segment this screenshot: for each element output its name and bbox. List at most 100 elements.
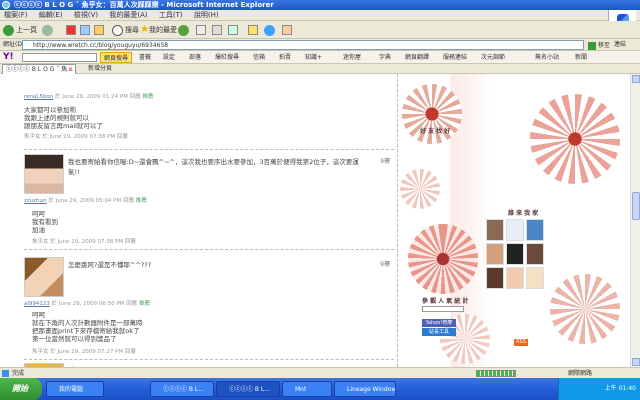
visitor-avatar[interactable] [486, 243, 504, 265]
research-button[interactable] [282, 24, 292, 36]
address-input[interactable]: http://www.wretch.cc/blog/youguyu/693465… [22, 40, 584, 50]
messenger-button[interactable] [264, 24, 277, 36]
loading-progress-bar [476, 370, 516, 377]
edit-button[interactable] [228, 24, 238, 36]
reply-footer: 魚乎女 於 June 29, 2009 07:27 PM 回覆 [32, 349, 136, 355]
yahoo-trending-button[interactable]: 爆紅搜尋 [212, 52, 242, 63]
yahoo-dictionary-button[interactable]: 字典 [376, 52, 394, 63]
visitor-avatar[interactable] [526, 243, 544, 265]
edit-icon [228, 25, 238, 35]
visitor-avatar[interactable] [526, 267, 544, 289]
visitor-avatar[interactable] [506, 243, 524, 265]
menu-edit[interactable]: 編輯(E) [39, 11, 63, 19]
favorites-button[interactable]: ★我的最愛 [140, 24, 177, 36]
recommend-link[interactable]: 推薦 [142, 94, 153, 100]
webmaster-tools-badge[interactable]: 站長工具 [422, 328, 456, 336]
scroll-down-button[interactable] [632, 358, 640, 366]
visitor-counter [422, 306, 464, 312]
star-icon: ★ [140, 24, 149, 35]
yahoo-bookmarks-button[interactable]: 書籤 [136, 52, 154, 63]
flower-decoration [402, 84, 462, 144]
yahoo-auction-button[interactable]: 拍賣 [276, 52, 294, 63]
commenter-name[interactable]: zzuzhun [24, 198, 47, 204]
forward-arrow-icon [42, 24, 53, 36]
tab-current[interactable]: ⓒⓒⓒⓒ B L O G ˇ 魚... × [2, 64, 76, 74]
yahoo-blog-button[interactable]: 部落 [186, 52, 204, 63]
visitor-thumbnails [486, 219, 546, 291]
stop-button[interactable] [66, 24, 76, 36]
back-button[interactable]: 上一頁 [3, 24, 37, 36]
start-button[interactable]: 開始 [0, 378, 42, 400]
vertical-scrollbar[interactable] [630, 74, 640, 367]
yahoo-wretch-button[interactable]: 無名小站 [532, 52, 562, 63]
search-button[interactable]: 搜尋 [112, 24, 139, 36]
yahoo-web-search-button[interactable]: 網頁搜尋 [100, 52, 133, 63]
refresh-icon [80, 25, 90, 35]
visitor-avatar[interactable] [506, 267, 524, 289]
scroll-thumb[interactable] [632, 192, 640, 220]
commenter-avatar[interactable] [24, 154, 64, 194]
menu-tools[interactable]: 工具(T) [159, 11, 183, 19]
yahoo-logo[interactable]: Y! [3, 51, 14, 64]
commenter-name[interactable]: al994123 [24, 301, 50, 307]
window-title: ⓒⓒⓒⓒ B L O G ˇ 魚乎女：百萬人次踩踩樂 - Microsoft I… [14, 1, 274, 9]
messenger-icon [264, 24, 275, 36]
commenter-name[interactable]: renaL5bon [24, 94, 53, 100]
yahoo-mail-button[interactable]: 信箱 [250, 52, 268, 63]
menu-favorites[interactable]: 我的最愛(A) [109, 11, 147, 19]
recommend-link[interactable]: 推薦 [139, 301, 150, 307]
home-button[interactable] [94, 24, 104, 36]
yahoo-search-input[interactable] [22, 53, 97, 62]
new-tab-button[interactable]: 新增分頁 [88, 64, 112, 74]
yahoo-answers-button[interactable]: 知識+ [302, 52, 325, 63]
flower-decoration [530, 94, 620, 184]
standard-toolbar: 上一頁 搜尋 ★我的最愛 [0, 21, 640, 39]
yahoo-news-button[interactable]: 新聞 [572, 52, 590, 63]
menu-bar: 檔案(F) 編輯(E) 檢視(V) 我的最愛(A) 工具(T) 說明(H) [0, 10, 640, 30]
rss-badge[interactable]: RSS [514, 339, 528, 346]
print-icon [212, 25, 222, 35]
page-done-icon [2, 370, 9, 377]
yahoo-minihouse-button[interactable]: 迷你屋 [340, 52, 364, 63]
yahoo-badge[interactable]: Yahoo!奇摩 [422, 319, 456, 327]
commenter-avatar[interactable] [24, 257, 64, 297]
mail-button[interactable] [196, 24, 206, 36]
search-icon [112, 24, 123, 36]
links-button[interactable]: 連結 [614, 39, 626, 51]
home-icon [94, 25, 104, 35]
yahoo-service-links-button[interactable]: 服務連結 [440, 52, 470, 63]
yahoo-dimension-button[interactable]: 次元調節 [478, 52, 508, 63]
reply-body: 大家都可以參加喲 我跟上述的規則就可以 跟朋友留言再mail就可以了 [24, 106, 103, 130]
reply-body: 呵呵 我有看到 加油 [32, 210, 58, 234]
taskbar-item[interactable]: ⓒⓒⓒⓒ B L... [150, 381, 214, 397]
yahoo-translate-button[interactable]: 網頁翻譯 [402, 52, 432, 63]
taskbar-item[interactable]: Lineage Windows Client [334, 381, 396, 397]
reply-footer: 魚乎女 於 June 29, 2009 07:38 PM 回覆 [32, 239, 136, 245]
refresh-button[interactable] [80, 24, 90, 36]
note-button[interactable] [248, 24, 258, 36]
menu-view[interactable]: 檢視(V) [74, 11, 98, 19]
yahoo-settings-button[interactable]: 設定 [160, 52, 178, 63]
visitor-avatar[interactable] [526, 219, 544, 241]
taskbar-item[interactable]: 我的電腦 [46, 381, 104, 397]
print-button[interactable] [212, 24, 222, 36]
history-button[interactable] [178, 24, 191, 36]
comment-item: renaL5bon 於 June 29, 2009 01:24 PM 回應 推薦… [24, 92, 394, 140]
visitor-avatar[interactable] [486, 267, 504, 289]
yahoo-toolbar: Y! 網頁搜尋 書籤 設定 部落 爆紅搜尋 信箱 拍賣 知識+ 迷你屋 字典 網… [0, 51, 640, 64]
visitor-avatar[interactable] [486, 219, 504, 241]
scroll-up-button[interactable] [632, 75, 640, 83]
taskbar-item-active[interactable]: ⓒⓒⓒⓒ B L... [216, 381, 280, 397]
visitor-avatar[interactable] [506, 219, 524, 241]
recommend-link[interactable]: 推薦 [136, 198, 147, 204]
close-tab-icon[interactable]: × [68, 65, 73, 74]
menu-file[interactable]: 檔案(F) [4, 11, 28, 19]
go-arrow-icon [588, 41, 596, 50]
menu-help[interactable]: 說明(H) [194, 11, 219, 19]
comment-divider [24, 249, 394, 250]
clock[interactable]: 上午 01:40 [605, 385, 636, 392]
reply-body: 呵呵 就在下角的人次計數器附件是一部萬時 把那畫面print下來存檔寄給我就ok… [32, 311, 143, 343]
address-bar: 網址(D) http://www.wretch.cc/blog/youguyu/… [0, 39, 640, 51]
taskbar-item[interactable]: Mnt [282, 381, 332, 397]
forward-button[interactable] [42, 24, 55, 36]
